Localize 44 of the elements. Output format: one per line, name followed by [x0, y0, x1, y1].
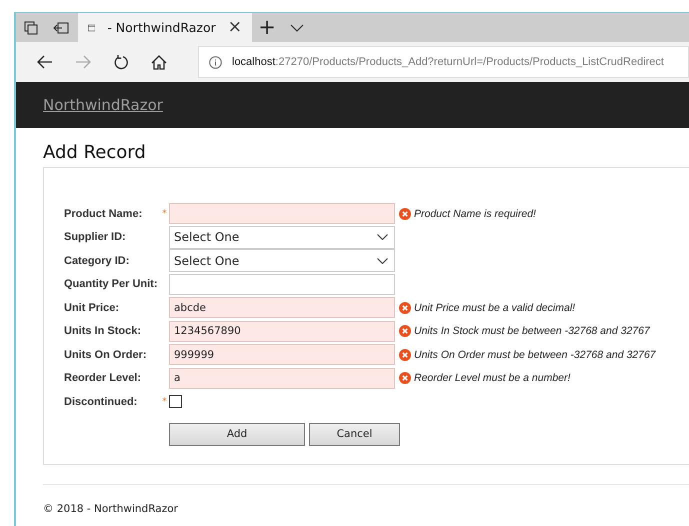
close-tab-button[interactable]: × [228, 19, 242, 36]
field-label: Unit Price: [64, 302, 120, 314]
text-field[interactable] [169, 203, 395, 224]
field-label: Units In Stock: [64, 325, 142, 338]
cancel-button[interactable]: Cancel [309, 422, 400, 446]
field-label: Quantity Per Unit: [64, 278, 159, 290]
error-message: Reorder Level must be a number! [414, 372, 570, 384]
error-message: Units In Stock must be between -32768 and 32767 [414, 325, 650, 338]
field-label: Units On Order: [64, 348, 148, 361]
required-mark: * [161, 396, 168, 407]
required-mark: * [161, 208, 168, 219]
field-label: Supplier ID: [64, 231, 127, 244]
text-field[interactable]: abcde [169, 297, 395, 318]
field-label: Category ID: [64, 254, 130, 267]
error-message: Units On Order must be between -32768 and 32767 [414, 348, 656, 361]
new-tab-button[interactable]: + [252, 17, 282, 38]
error-message: Product Name is required! [414, 208, 536, 220]
tab-title: - NorthwindRazor [107, 20, 216, 35]
chevron-down-icon [377, 258, 388, 264]
text-field[interactable] [169, 274, 395, 295]
error-message: Unit Price must be a valid decimal! [414, 302, 576, 314]
checkbox[interactable] [169, 395, 182, 408]
browser-tab[interactable]: - NorthwindRazor × [78, 13, 252, 42]
dropdown[interactable]: Select One [169, 226, 395, 249]
error-icon [399, 372, 411, 384]
url-text: localhost:27270/Products/Products_Add?returnUrl=/Products/Products_ListCrudRedirect [232, 56, 664, 68]
field-label: Product Name: [64, 208, 144, 220]
text-field[interactable]: 1234567890 [169, 320, 395, 342]
brand-link[interactable]: NorthwindRazor [43, 96, 163, 114]
page-title: Add Record [43, 142, 147, 163]
error-icon [399, 325, 411, 338]
footer-text: © 2018 - NorthwindRazor [43, 502, 179, 514]
error-icon [399, 302, 411, 314]
field-label: Discontinued: [64, 396, 138, 408]
text-field[interactable]: a [169, 368, 395, 389]
text-field[interactable]: 999999 [169, 344, 395, 366]
chevron-down-icon [377, 234, 388, 240]
error-icon [399, 208, 411, 220]
info-icon [209, 56, 222, 68]
address-bar[interactable]: localhost:27270/Products/Products_Add?returnUrl=/Products/Products_ListCrudRedirect [198, 46, 689, 78]
error-icon [399, 348, 411, 361]
field-label: Reorder Level: [64, 372, 142, 384]
add-button[interactable]: Add [169, 422, 305, 446]
dropdown[interactable]: Select One [169, 249, 395, 272]
